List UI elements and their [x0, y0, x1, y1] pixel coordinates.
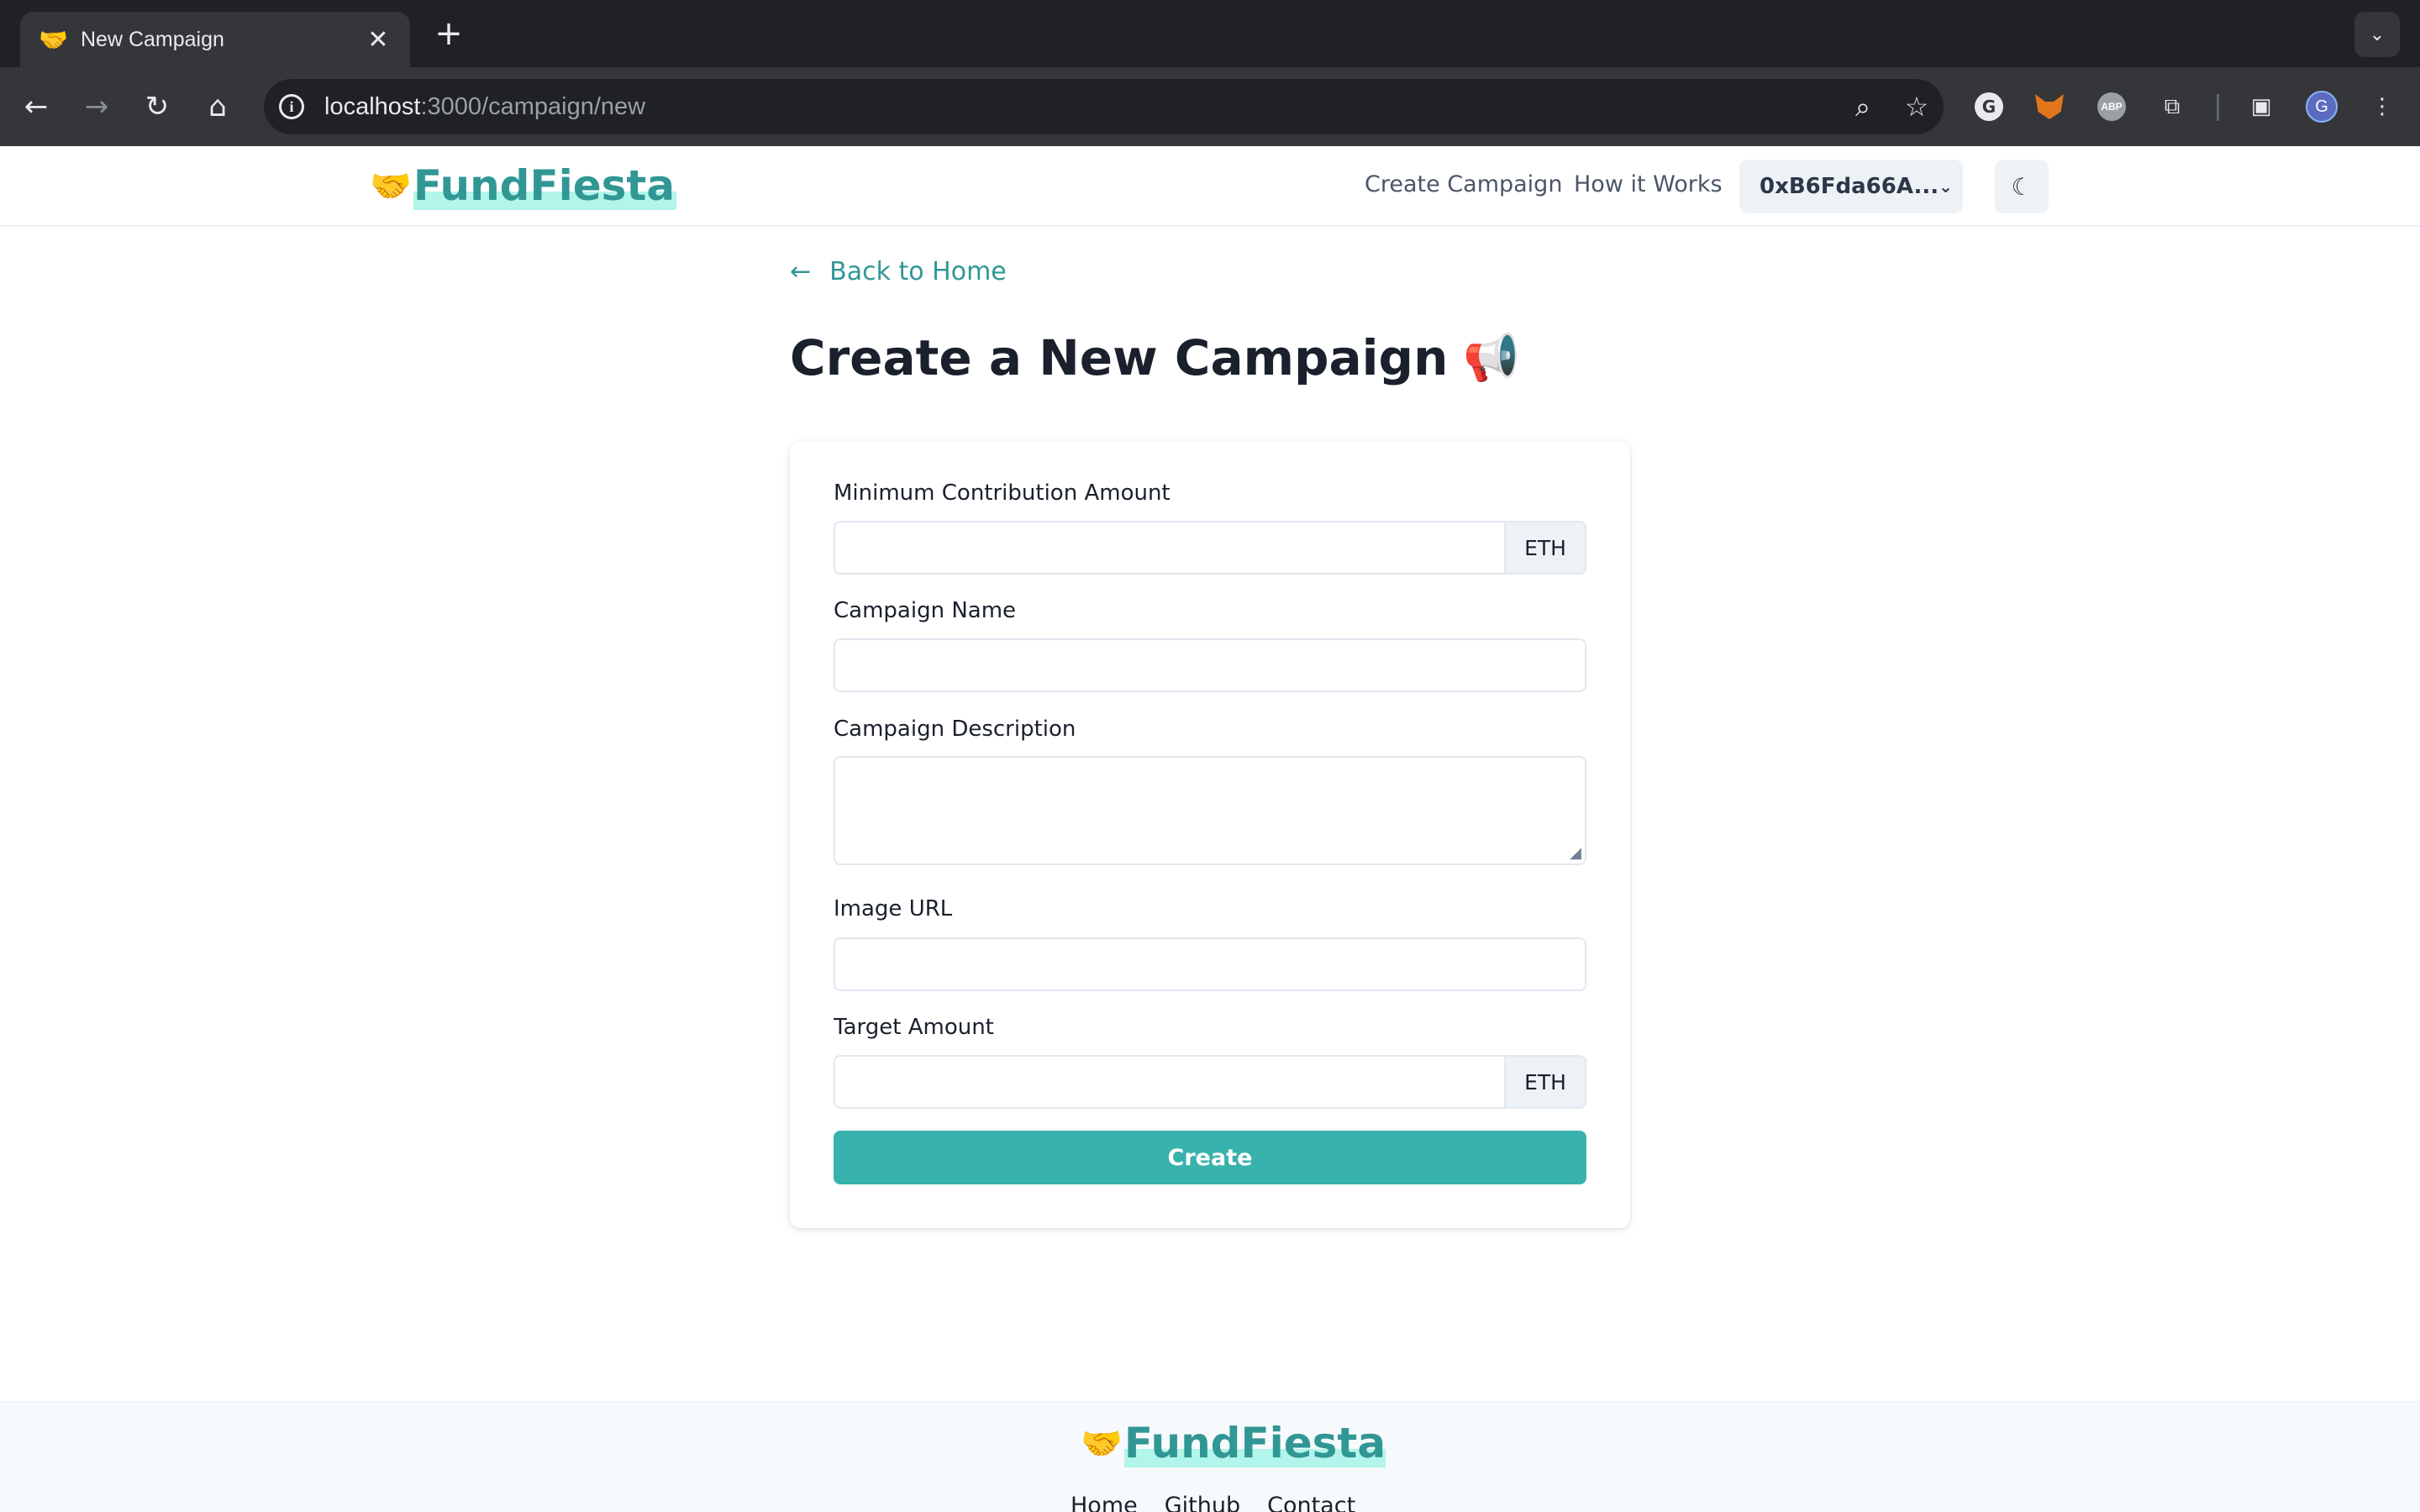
handshake-icon: 🤝: [370, 166, 412, 206]
address-bar[interactable]: i localhost:3000/campaign/new ⌕ ☆: [264, 79, 1944, 134]
target-amount-unit: ETH: [1504, 1055, 1586, 1109]
handshake-icon: 🤝: [1081, 1424, 1123, 1463]
create-campaign-form: Minimum Contribution Amount ETH Campaign…: [790, 442, 1630, 1228]
nav-create-campaign[interactable]: Create Campaign: [1365, 171, 1562, 197]
target-amount-input[interactable]: [834, 1055, 1504, 1109]
campaign-name-input[interactable]: [834, 638, 1586, 692]
new-tab-icon[interactable]: +: [429, 13, 469, 54]
min-contribution-input[interactable]: [834, 521, 1504, 575]
min-contribution-group: ETH: [834, 521, 1586, 575]
side-panel-icon[interactable]: ▣: [2242, 87, 2281, 126]
back-arrow-icon[interactable]: ←: [13, 84, 59, 129]
campaign-description-label: Campaign Description: [834, 717, 1076, 742]
header-logo[interactable]: 🤝 FundFiesta: [370, 161, 677, 210]
footer-link-github[interactable]: Github: [1165, 1493, 1240, 1512]
forward-arrow-icon[interactable]: →: [74, 84, 119, 129]
back-to-home-link[interactable]: ← Back to Home: [790, 257, 1007, 286]
profile-avatar[interactable]: G: [2302, 87, 2341, 126]
arrow-left-icon: ←: [790, 257, 812, 286]
browser-menu-icon[interactable]: ⋮: [2363, 87, 2402, 126]
page-footer: 🤝 FundFiesta Home Github Contact: [0, 1401, 2420, 1512]
wallet-menu-button[interactable]: 0xB6Fda66A... ⌄: [1739, 160, 1963, 213]
tab-title: New Campaign: [81, 27, 224, 51]
back-link-label: Back to Home: [829, 257, 1007, 286]
logo-text: FundFiesta: [413, 161, 677, 210]
home-icon[interactable]: ⌂: [195, 84, 240, 129]
nav-how-it-works[interactable]: How it Works: [1574, 171, 1723, 197]
toolbar-divider: [2217, 94, 2219, 121]
site-info-icon[interactable]: i: [264, 79, 319, 134]
metamask-icon[interactable]: [2030, 87, 2069, 126]
target-amount-group: ETH: [834, 1055, 1586, 1109]
url-host: localhost: [324, 92, 421, 120]
bookmark-star-icon[interactable]: ☆: [1890, 91, 1944, 123]
url-text[interactable]: localhost:3000/campaign/new: [324, 93, 1836, 121]
target-amount-label: Target Amount: [834, 1015, 994, 1040]
image-url-input[interactable]: [834, 937, 1586, 991]
image-url-label: Image URL: [834, 896, 953, 921]
url-path: :3000/campaign/new: [420, 92, 646, 120]
campaign-name-label: Campaign Name: [834, 598, 1017, 623]
browser-tabstrip: 🤝 New Campaign ✕ + ⌄: [0, 0, 2420, 67]
extensions-puzzle-icon[interactable]: ⧉: [2153, 87, 2191, 126]
min-contribution-label: Minimum Contribution Amount: [834, 480, 1171, 506]
footer-logo[interactable]: 🤝 FundFiesta: [1081, 1419, 1386, 1467]
tab-search-icon[interactable]: ⌄: [2354, 12, 2400, 57]
create-button[interactable]: Create: [834, 1131, 1586, 1184]
resize-handle-icon[interactable]: ◢: [1570, 844, 1581, 862]
megaphone-icon: 📢: [1463, 331, 1520, 384]
tab-favicon-icon: 🤝: [39, 25, 68, 54]
page-title: Create a New Campaign 📢: [790, 329, 1520, 386]
footer-logo-text: FundFiesta: [1123, 1419, 1386, 1467]
campaign-description-textarea[interactable]: ◢: [834, 756, 1586, 865]
moon-icon: ☾: [2011, 172, 2033, 201]
chevron-down-icon: ⌄: [1939, 176, 1953, 197]
dark-mode-toggle[interactable]: ☾: [1995, 160, 2049, 213]
app-header: 🤝 FundFiesta Create Campaign How it Work…: [0, 146, 2420, 227]
page-title-text: Create a New Campaign: [790, 329, 1449, 386]
extension-g-icon[interactable]: G: [1970, 87, 2008, 126]
reload-icon[interactable]: ↻: [134, 84, 180, 129]
browser-tab[interactable]: 🤝 New Campaign ✕: [20, 12, 410, 67]
footer-link-contact[interactable]: Contact: [1267, 1493, 1355, 1512]
browser-toolbar: ← → ↻ ⌂ i localhost:3000/campaign/new ⌕ …: [0, 67, 2420, 146]
adblock-icon[interactable]: ABP: [2092, 87, 2131, 126]
zoom-icon[interactable]: ⌕: [1836, 91, 1890, 123]
footer-links: Home Github Contact: [1071, 1493, 1355, 1512]
close-tab-icon[interactable]: ✕: [365, 25, 392, 55]
min-contribution-unit: ETH: [1504, 521, 1586, 575]
footer-link-home[interactable]: Home: [1071, 1493, 1138, 1512]
wallet-address: 0xB6Fda66A...: [1760, 174, 1939, 199]
